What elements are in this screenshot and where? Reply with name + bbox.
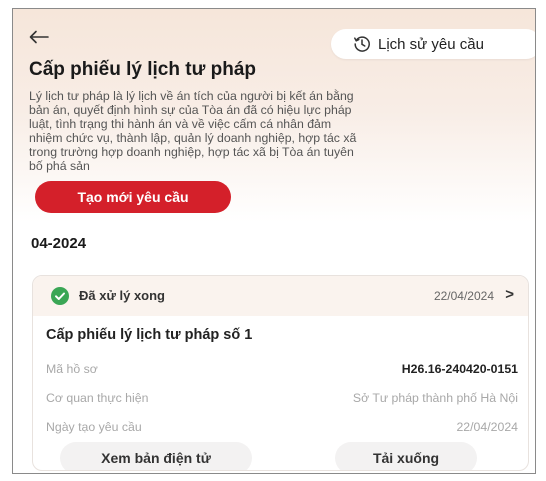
- arrow-left-icon: [29, 30, 49, 44]
- description-line: bố phá sản: [29, 159, 90, 173]
- month-header: 04-2024: [31, 235, 87, 252]
- service-description: Lý lịch tư pháp là lý lịch về án tích củ…: [29, 89, 529, 173]
- file-code-value: H26.16-240420-0151: [401, 362, 518, 376]
- view-electronic-button[interactable]: Xem bản điện tử: [60, 442, 252, 470]
- info-row-created-date: Ngày tạo yêu cầu 22/04/2024: [46, 420, 518, 438]
- info-label: Mã hồ sơ: [46, 362, 98, 376]
- page-title: Cấp phiếu lý lịch tư pháp: [29, 59, 256, 80]
- created-date-value: 22/04/2024: [456, 420, 518, 434]
- back-button[interactable]: [29, 27, 53, 47]
- status-date: 22/04/2024: [433, 289, 494, 303]
- info-row-agency: Cơ quan thực hiện Sở Tư pháp thành phố H…: [46, 391, 518, 409]
- description-line: trong trường hợp doanh nghiệp, hợp tác x…: [29, 145, 354, 159]
- description-line: luật, tình trạng thi hành án và về việc …: [29, 117, 332, 131]
- check-circle-icon: [51, 287, 69, 305]
- card-title: Cấp phiếu lý lịch tư pháp số 1: [46, 327, 253, 343]
- clock-history-icon: [353, 35, 371, 53]
- status-label: Đã xử lý xong: [79, 288, 165, 303]
- app-screen: Lịch sử yêu cầu Cấp phiếu lý lịch tư phá…: [12, 8, 536, 474]
- history-button-label: Lịch sử yêu cầu: [378, 35, 484, 53]
- history-button[interactable]: Lịch sử yêu cầu: [331, 29, 535, 59]
- card-status-header[interactable]: Đã xử lý xong 22/04/2024 >: [33, 276, 528, 316]
- info-label: Ngày tạo yêu cầu: [46, 420, 142, 434]
- agency-value: Sở Tư pháp thành phố Hà Nội: [352, 391, 518, 405]
- request-card[interactable]: Đã xử lý xong 22/04/2024 > Cấp phiếu lý …: [32, 275, 529, 471]
- top-bar: Lịch sử yêu cầu: [13, 9, 535, 61]
- description-line: bản án, quyết định hình sự của Tòa án đã…: [29, 103, 352, 117]
- info-row-file-code: Mã hồ sơ H26.16-240420-0151: [46, 362, 518, 380]
- description-line: nhiệm chức vụ, thành lập, quản lý doanh …: [29, 131, 357, 145]
- download-button[interactable]: Tải xuống: [335, 442, 477, 470]
- chevron-right-icon[interactable]: >: [505, 286, 514, 303]
- create-request-button[interactable]: Tạo mới yêu cầu: [35, 181, 231, 213]
- description-line: Lý lịch tư pháp là lý lịch về án tích củ…: [29, 89, 354, 103]
- info-label: Cơ quan thực hiện: [46, 391, 149, 405]
